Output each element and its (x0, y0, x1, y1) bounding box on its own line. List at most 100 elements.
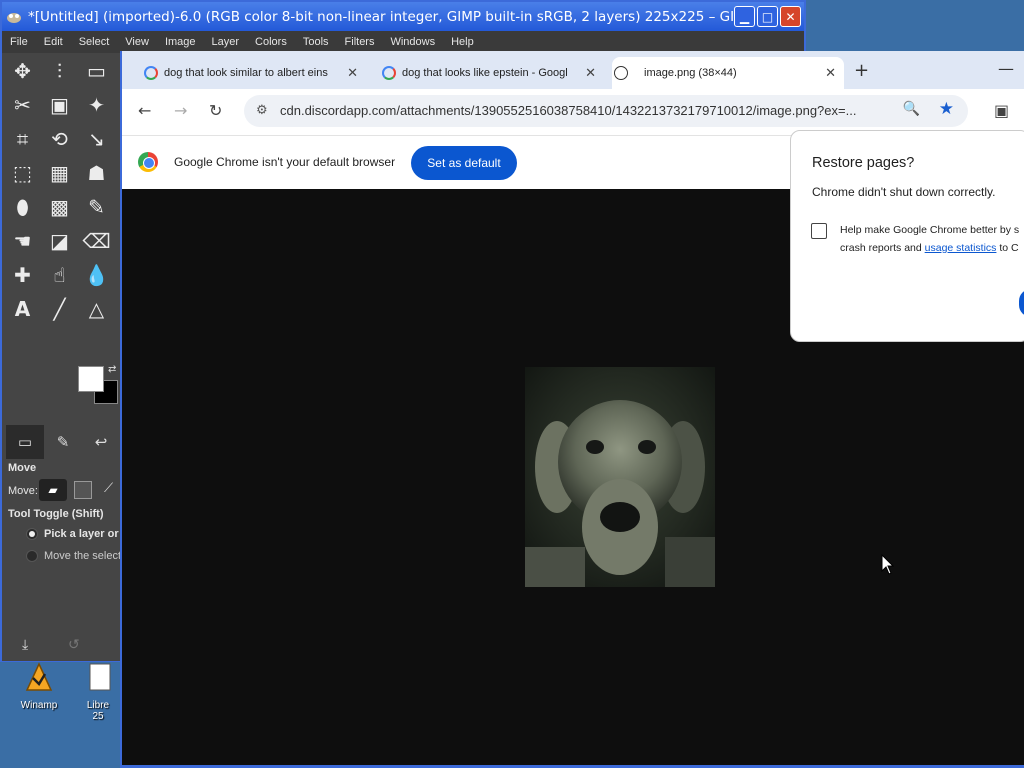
infobar-message: Google Chrome isn't your default browser (174, 155, 396, 169)
bookmark-star-icon[interactable]: ★ (939, 99, 954, 119)
gimp-toolbox: ✥ ⫶ ▭ ✂ ▣ ✦ ⌗ ⟲ ↘ ⬚ ▦ ☗ ⬮ ▩ ✎ ☚ ◪ ⌫ ✚ ☝ … (2, 53, 122, 661)
side-panel-icon[interactable]: ▣ (994, 101, 1009, 120)
ink-tool-icon[interactable]: ◪ (41, 229, 78, 253)
set-as-default-button[interactable]: Set as default (411, 146, 517, 180)
smudge-icon[interactable]: ☝ (41, 263, 78, 287)
warp-transform-icon[interactable]: ↘ (78, 127, 115, 151)
zoom-icon[interactable]: 🔍 (903, 101, 920, 117)
menu-windows[interactable]: Windows (382, 36, 443, 48)
tab-title: dog that look similar to albert eins (164, 67, 328, 79)
move-selection-button[interactable] (74, 481, 92, 499)
perspective-icon[interactable]: ⬚ (4, 161, 41, 185)
tool-toggle-label: Tool Toggle (Shift) (8, 508, 104, 520)
gimp-menubar: File Edit Select View Image Layer Colors… (2, 31, 804, 53)
menu-edit[interactable]: Edit (36, 36, 71, 48)
desktop-icon-label-2: 25 (92, 711, 104, 722)
tab-2[interactable]: dog that looks like epstein - Googl ✕ (380, 57, 604, 89)
help-text-line2: crash reports and usage statistics to C (840, 242, 1019, 254)
move-mode-label: Move: (8, 485, 38, 497)
back-icon[interactable]: ← (138, 101, 151, 120)
option-pick-layer: Pick a layer or (44, 528, 119, 540)
reload-icon[interactable]: ↻ (209, 101, 222, 120)
move-layer-button[interactable]: ▰ (39, 479, 67, 501)
unified-transform-icon[interactable]: ⟲ (41, 127, 78, 151)
reset-options-icon[interactable]: ↺ (68, 637, 80, 653)
fuzzy-select-icon[interactable]: ✦ (78, 93, 115, 117)
help-improve-checkbox[interactable] (811, 223, 827, 239)
tab-title: image.png (38×44) (644, 67, 737, 79)
desktop-icon-libre[interactable]: Libre 25 (76, 662, 120, 722)
restore-subtitle: Chrome didn't shut down correctly. (812, 185, 996, 199)
rect-select-icon[interactable]: ▭ (78, 59, 115, 83)
url-text: cdn.discordapp.com/attachments/139055251… (280, 103, 857, 118)
radio-move-selection[interactable] (26, 550, 38, 562)
menu-filters[interactable]: Filters (337, 36, 383, 48)
text-tool-icon[interactable]: A (4, 297, 41, 321)
align-tool-icon[interactable]: ⫶ (41, 59, 78, 83)
help-text-prefix: crash reports and (840, 242, 925, 254)
gradient-icon[interactable]: ▩ (41, 195, 78, 219)
scissors-icon[interactable]: ✂ (4, 93, 41, 117)
menu-layer[interactable]: Layer (204, 36, 248, 48)
restore-button[interactable] (1019, 289, 1024, 317)
swap-colors-icon[interactable]: ⇄ (108, 364, 116, 375)
address-bar[interactable]: ⚙ cdn.discordapp.com/attachments/1390552… (244, 95, 968, 127)
restore-pages-dialog: Restore pages? Chrome didn't shut down c… (790, 130, 1024, 342)
menu-help[interactable]: Help (443, 36, 482, 48)
tool-options-tab[interactable]: ▭ (6, 425, 44, 459)
crop-tool-icon[interactable]: ⌗ (4, 127, 41, 151)
color-swatches[interactable]: ⇄ (78, 364, 122, 408)
minimize-icon[interactable]: — (998, 59, 1014, 78)
chrome-logo-icon (138, 152, 158, 172)
foreground-color[interactable] (78, 366, 104, 392)
tab-close-icon[interactable]: ✕ (585, 65, 596, 81)
restore-title: Restore pages? (812, 155, 915, 171)
google-favicon-icon (144, 66, 158, 80)
desktop-icon-winamp[interactable]: Winamp (9, 662, 69, 711)
foreground-select-icon[interactable]: ▣ (41, 93, 78, 117)
menu-file[interactable]: File (2, 36, 36, 48)
blur-tool-icon[interactable]: 💧 (78, 263, 115, 287)
usage-statistics-link[interactable]: usage statistics (925, 242, 997, 254)
move-tool-icon[interactable]: ✥ (4, 59, 41, 83)
new-tab-icon[interactable]: + (854, 60, 869, 81)
desktop-icon-label: Winamp (20, 700, 58, 711)
menu-tools[interactable]: Tools (295, 36, 337, 48)
menu-view[interactable]: View (117, 36, 157, 48)
menu-image[interactable]: Image (157, 36, 204, 48)
paint-select-icon[interactable]: ☗ (78, 161, 115, 185)
tool-options-heading: Move (8, 462, 37, 474)
bucket-fill-icon[interactable]: ⬮ (4, 195, 41, 219)
device-status-tab[interactable]: ✎ (44, 425, 82, 459)
tab-1[interactable]: dog that look similar to albert eins ✕ (142, 57, 366, 89)
forward-icon[interactable]: → (174, 101, 187, 120)
eraser-icon[interactable]: ⌫ (78, 229, 115, 253)
gimp-titlebar[interactable]: *[Untitled] (imported)-6.0 (RGB color 8-… (2, 2, 804, 31)
maximize-button[interactable]: □ (757, 6, 778, 27)
dog-photo (525, 367, 715, 587)
cage-transform-icon[interactable]: ▦ (41, 161, 78, 185)
tab-3-active[interactable]: image.png (38×44) ✕ (612, 57, 844, 89)
tab-close-icon[interactable]: ✕ (825, 65, 836, 81)
tab-close-icon[interactable]: ✕ (347, 65, 358, 81)
move-path-button[interactable]: ⟋ (104, 481, 113, 496)
help-text-line1: Help make Google Chrome better by s (840, 224, 1020, 236)
gimp-title: *[Untitled] (imported)-6.0 (RGB color 8-… (28, 8, 734, 25)
menu-select[interactable]: Select (71, 36, 118, 48)
close-button[interactable]: ✕ (780, 6, 801, 27)
radio-pick-layer[interactable] (26, 528, 38, 540)
undo-history-tab[interactable]: ↩ (82, 425, 120, 459)
color-picker-icon[interactable]: ╱ (41, 297, 78, 321)
help-text-suffix: to C (996, 242, 1019, 254)
heal-tool-icon[interactable]: ✚ (4, 263, 41, 287)
minimize-button[interactable]: ▁ (734, 6, 755, 27)
dog-image[interactable] (525, 367, 715, 587)
site-info-icon[interactable]: ⚙ (256, 103, 268, 118)
document-icon (89, 663, 111, 691)
mypaint-brush-icon[interactable]: ☚ (4, 229, 41, 253)
gimp-app-icon (7, 12, 21, 23)
menu-colors[interactable]: Colors (247, 36, 295, 48)
measure-tool-icon[interactable]: △ (78, 297, 115, 321)
paintbrush-icon[interactable]: ✎ (78, 195, 115, 219)
save-options-icon[interactable]: ⤓ (22, 637, 28, 653)
